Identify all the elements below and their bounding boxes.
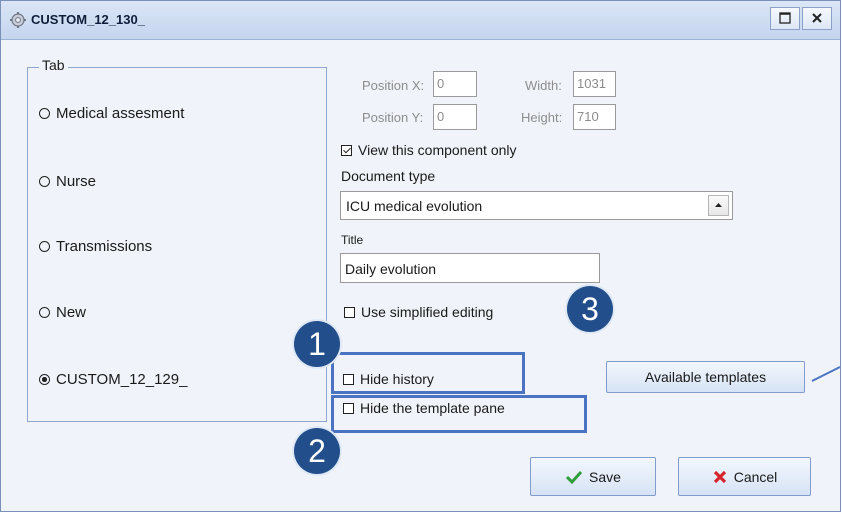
checkbox-label: View this component only <box>358 142 517 158</box>
radio-label: Nurse <box>56 173 97 190</box>
checkbox-box[interactable] <box>341 144 352 156</box>
height-label: Height: <box>521 110 563 125</box>
radio-button[interactable] <box>39 374 50 385</box>
radio-label: CUSTOM_12_129_ <box>56 371 188 388</box>
close-button[interactable] <box>802 7 832 30</box>
view-component-only-checkbox[interactable]: View this component only <box>341 142 517 158</box>
position-y-input[interactable]: 0 <box>433 104 477 130</box>
document-type-value: ICU medical evolution <box>346 198 483 214</box>
document-type-label: Document type <box>341 168 436 184</box>
radio-button[interactable] <box>39 307 50 318</box>
tab-group-legend: Tab <box>39 57 68 73</box>
radio-label: Medical assesment <box>56 105 185 122</box>
callout-badge-1: 1 <box>294 321 340 367</box>
checkbox-label: Hide history <box>360 371 434 387</box>
width-input[interactable]: 1031 <box>573 71 616 97</box>
checkbox-label: Use simplified editing <box>361 304 494 320</box>
title-bar: CUSTOM_12_130_ <box>1 1 840 40</box>
save-button[interactable]: Save <box>530 457 656 496</box>
radio-button[interactable] <box>39 108 50 119</box>
maximize-button[interactable] <box>770 7 800 30</box>
checkbox-box[interactable] <box>343 373 354 385</box>
available-templates-button[interactable]: Available templates <box>606 361 805 393</box>
position-x-input[interactable]: 0 <box>433 71 477 97</box>
radio-label: Transmissions <box>56 238 153 255</box>
cancel-button[interactable]: Cancel <box>678 457 811 496</box>
radio-button[interactable] <box>39 176 50 187</box>
document-type-select[interactable]: ICU medical evolution <box>340 191 733 220</box>
callout-badge-3: 3 <box>567 286 613 332</box>
checkbox-label: Hide the template pane <box>360 400 505 416</box>
title-input[interactable]: Daily evolution <box>340 253 600 283</box>
radio-nurse[interactable]: Nurse <box>39 173 96 190</box>
cancel-x-icon <box>713 470 726 483</box>
cancel-label: Cancel <box>733 468 778 485</box>
position-y-label: Position Y: <box>362 110 424 125</box>
use-simplified-editing-checkbox[interactable]: Use simplified editing <box>344 304 493 320</box>
checkbox-box[interactable] <box>344 306 355 318</box>
radio-custom-12-129[interactable]: CUSTOM_12_129_ <box>39 371 187 388</box>
radio-button[interactable] <box>39 241 50 252</box>
checkmark-icon <box>565 470 583 484</box>
hide-history-checkbox[interactable]: Hide history <box>343 371 434 387</box>
connector-line <box>811 366 841 382</box>
gear-icon <box>9 11 27 29</box>
window-title: CUSTOM_12_130_ <box>31 12 145 27</box>
available-templates-label: Available templates <box>644 369 767 385</box>
position-x-label: Position X: <box>362 78 425 93</box>
radio-transmissions[interactable]: Transmissions <box>39 238 152 255</box>
radio-label: New <box>56 304 87 321</box>
radio-new[interactable]: New <box>39 304 86 321</box>
height-input[interactable]: 710 <box>573 104 616 130</box>
callout-badge-2: 2 <box>294 428 340 474</box>
hide-template-pane-checkbox[interactable]: Hide the template pane <box>343 400 505 416</box>
radio-medical-assesment[interactable]: Medical assesment <box>39 105 184 122</box>
close-icon <box>812 13 822 23</box>
width-label: Width: <box>525 78 562 93</box>
title-label: Title <box>341 233 364 247</box>
checkbox-box[interactable] <box>343 402 354 414</box>
save-label: Save <box>589 468 621 485</box>
dialog-window: CUSTOM_12_130_ Tab Medical assesment Nur… <box>0 0 841 512</box>
dropdown-arrow-icon[interactable] <box>708 195 729 216</box>
